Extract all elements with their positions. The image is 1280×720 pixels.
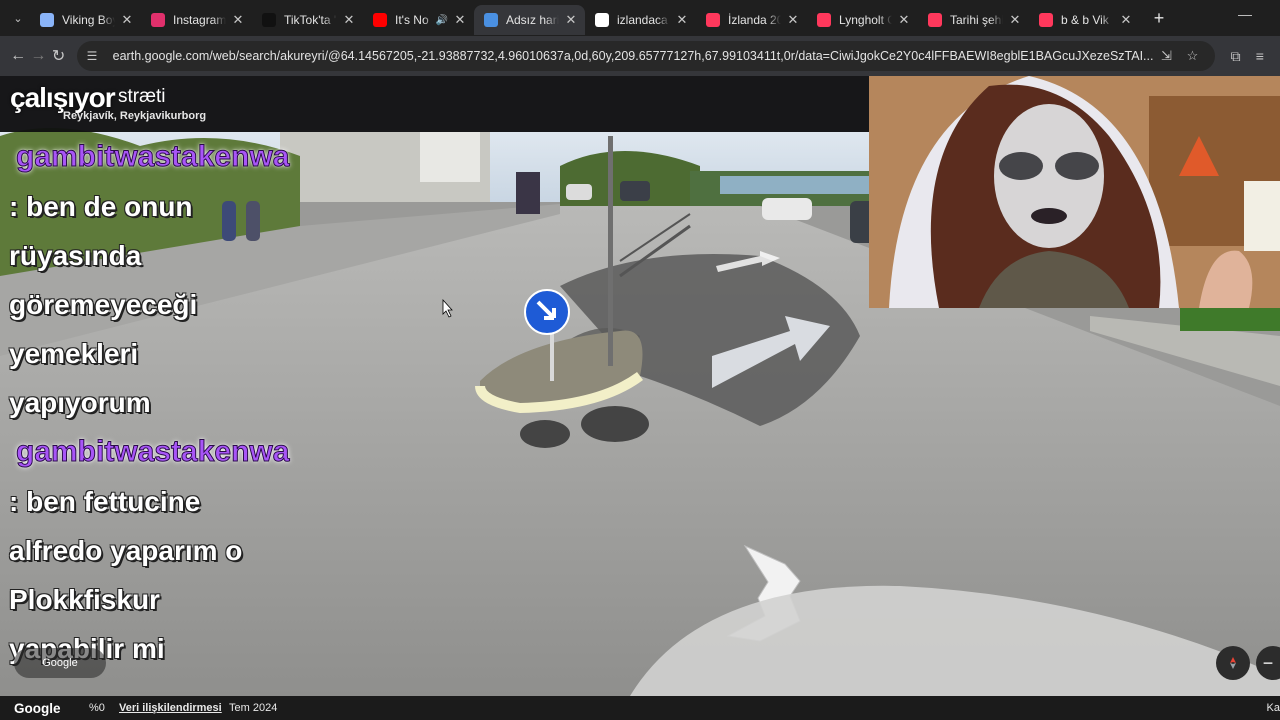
extensions-icon[interactable]: ⧉: [1223, 48, 1247, 65]
google-icon: [595, 13, 609, 27]
airbnb-icon: [817, 13, 831, 27]
globe-icon: [40, 13, 54, 27]
install-app-icon[interactable]: ⇲: [1153, 48, 1179, 64]
imagery-date: Tem 2024: [229, 702, 278, 714]
audio-playing-icon[interactable]: 🔊: [436, 15, 448, 26]
location-street: stræti: [118, 86, 166, 107]
browser-tab[interactable]: b & b Vik ✕: [1029, 5, 1140, 35]
chat-message-line: Plokkfiskur: [9, 584, 160, 615]
chat-message-line: göremeyeceği: [9, 289, 198, 320]
close-tab-icon[interactable]: ✕: [230, 12, 246, 28]
chat-message-line: : ben fettucine: [9, 486, 201, 517]
back-button[interactable]: ←: [8, 41, 28, 71]
bookmark-star-icon[interactable]: ☆: [1179, 48, 1205, 64]
browser-tab[interactable]: Tarihi şehi ✕: [918, 5, 1029, 35]
google-watermark: Google: [14, 648, 106, 678]
tab-search-chevron-icon[interactable]: ⌄: [6, 6, 30, 30]
browser-toolbar: ← → ↻ ☰ earth.google.com/web/search/akur…: [0, 36, 1280, 76]
tab-title: TikTok'ta ': [284, 13, 337, 27]
reading-list-icon[interactable]: ≡: [1248, 48, 1272, 64]
tab-strip: ⌄ Viking Boy ✕ Instagram ✕ TikTok'ta ' ✕ It's …: [0, 0, 1280, 36]
tab-title: b & b Vik: [1061, 13, 1109, 27]
instagram-icon: [151, 13, 165, 27]
tab-title: Tarihi şehi: [950, 13, 1003, 27]
browser-tab[interactable]: Adsız harit ✕: [474, 5, 585, 35]
browser-tab[interactable]: Viking Boy ✕: [30, 5, 141, 35]
google-earth-icon: [484, 13, 498, 27]
browser-tab[interactable]: İzlanda 20 ✕: [696, 5, 807, 35]
compass-button[interactable]: [1216, 646, 1250, 680]
close-tab-icon[interactable]: ✕: [341, 12, 357, 28]
tab-title: Viking Boy: [62, 13, 115, 27]
zoom-level: %0: [89, 702, 105, 714]
close-tab-icon[interactable]: ✕: [896, 12, 912, 28]
earth-status-bar: Google %0 Veri ilişkilendirmesi Tem 2024…: [0, 696, 1280, 720]
airbnb-icon: [1039, 13, 1053, 27]
tab-title: izlandaca: [617, 13, 668, 27]
webcam-overlay: [869, 76, 1280, 308]
chat-username: gambitwastakenwa: [16, 140, 290, 174]
compass-icon: [1230, 657, 1236, 669]
data-attribution-link[interactable]: Veri ilişkilendirmesi: [119, 702, 229, 714]
tab-title: Lyngholt G: [839, 13, 892, 27]
youtube-icon: [373, 13, 387, 27]
status-right-text: Ka: [1266, 702, 1280, 714]
browser-tab[interactable]: Instagram ✕: [141, 5, 252, 35]
browser-tab[interactable]: Lyngholt G ✕: [807, 5, 918, 35]
close-tab-icon[interactable]: ✕: [674, 12, 690, 28]
close-tab-icon[interactable]: ✕: [785, 12, 801, 28]
close-tab-icon[interactable]: ✕: [563, 12, 579, 28]
close-tab-icon[interactable]: ✕: [452, 12, 468, 28]
google-logo: Google: [14, 700, 61, 716]
chat-message-line: alfredo yaparım o: [9, 535, 243, 566]
new-tab-button[interactable]: +: [1146, 5, 1172, 31]
airbnb-icon: [928, 13, 942, 27]
tab-title: It's No: [395, 13, 429, 27]
chat-username: gambitwastakenwa: [16, 435, 290, 469]
browser-tab[interactable]: TikTok'ta ' ✕: [252, 5, 363, 35]
site-info-icon[interactable]: ☰: [87, 49, 105, 63]
location-city: Reykjavík, Reykjavikurborg: [63, 110, 207, 122]
tabs-container: Viking Boy ✕ Instagram ✕ TikTok'ta ' ✕ It's No…: [30, 1, 1140, 35]
chat-message-line: : ben de onun: [9, 191, 193, 222]
address-bar[interactable]: ☰ earth.google.com/web/search/akureyri/@…: [76, 41, 1216, 71]
browser-tab[interactable]: izlandaca ✕: [585, 5, 696, 35]
stream-chat-overlay: gambitwastakenwa : ben de onun rüyasında gö…: [0, 132, 340, 673]
url-text[interactable]: earth.google.com/web/search/akureyri/@64…: [113, 49, 1154, 63]
tiktok-icon: [262, 13, 276, 27]
chat-message-line: yemekleri: [9, 338, 139, 369]
close-tab-icon[interactable]: ✕: [1007, 12, 1023, 28]
minimize-button[interactable]: —: [1238, 6, 1252, 22]
chat-message-line: rüyasında: [9, 240, 142, 271]
earth-street-view[interactable]: stræti çalışıyor Reykjavík, Reykjavikurb…: [0, 76, 1280, 696]
close-tab-icon[interactable]: ✕: [119, 12, 135, 28]
forward-button[interactable]: →: [28, 41, 48, 71]
chat-message-line: yapıyorum: [9, 387, 151, 418]
tab-title: Adsız harit: [506, 13, 559, 27]
reload-button[interactable]: ↻: [48, 41, 68, 71]
close-tab-icon[interactable]: ✕: [1118, 12, 1134, 28]
tab-title: Instagram: [173, 13, 226, 27]
browser-tab[interactable]: It's No 🔊 ✕: [363, 5, 474, 35]
airbnb-icon: [706, 13, 720, 27]
streamer-webcam-image: [869, 76, 1280, 308]
tab-title: İzlanda 20: [728, 13, 781, 27]
